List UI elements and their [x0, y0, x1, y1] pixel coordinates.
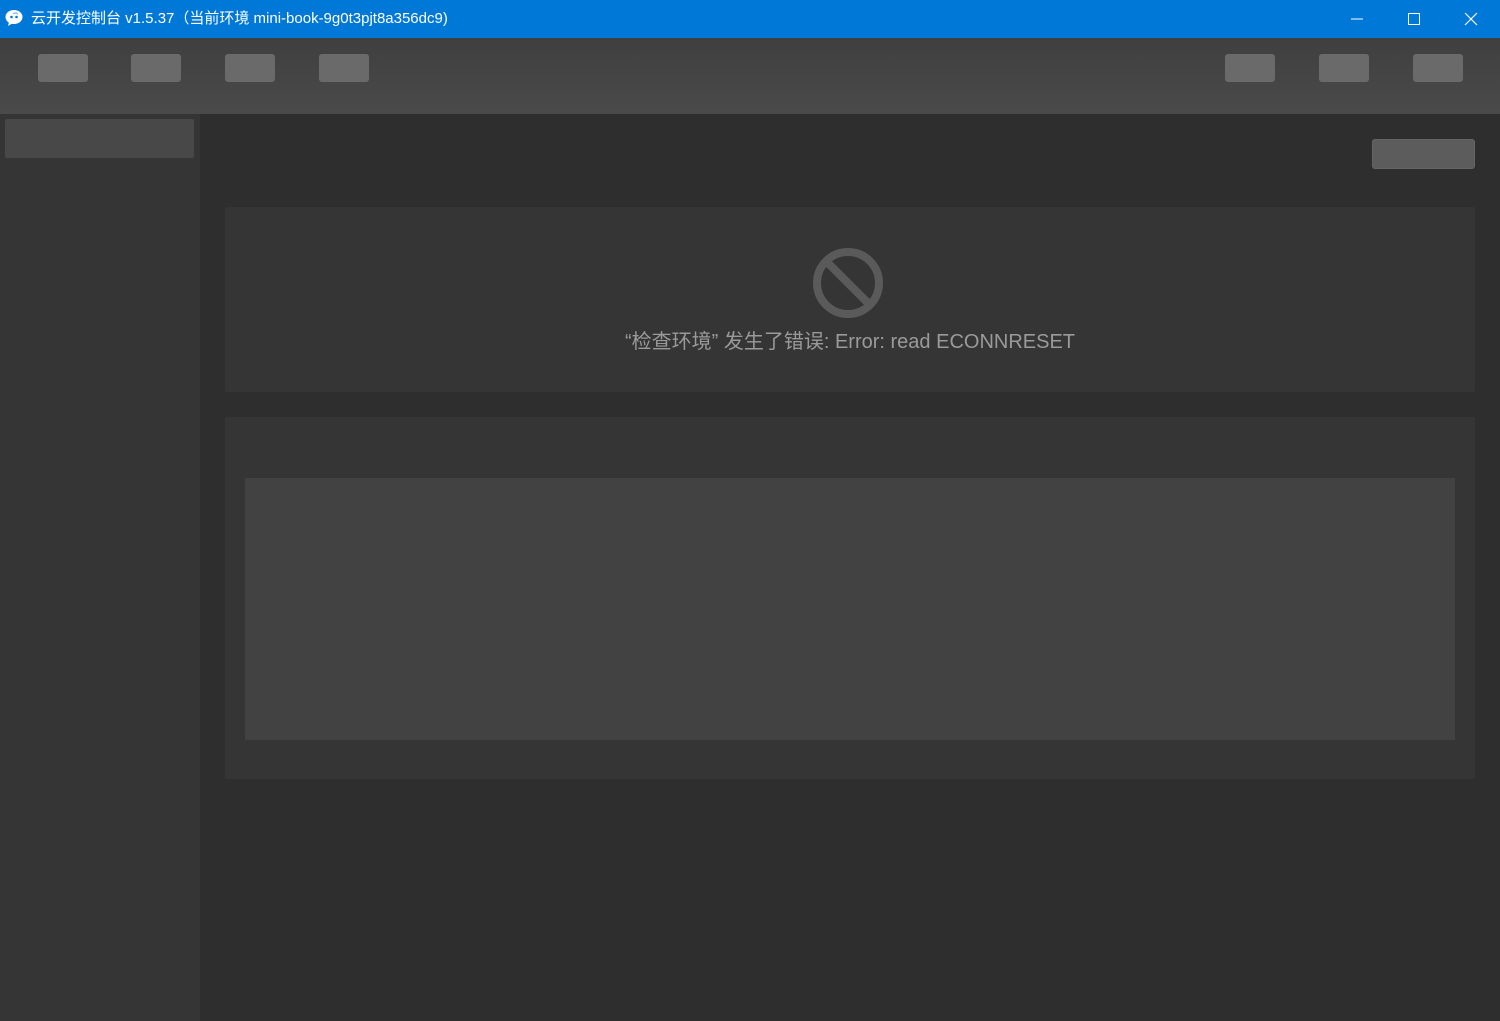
maximize-button[interactable]: [1385, 0, 1443, 38]
toolbar-button-5[interactable]: [1225, 54, 1275, 82]
toolbar-button-3[interactable]: [225, 54, 275, 82]
sidebar: [0, 114, 200, 1021]
content-placeholder: [245, 478, 1455, 740]
main-content: “检查环境” 发生了错误: Error: read ECONNRESET: [200, 114, 1500, 1021]
sidebar-item-placeholder[interactable]: [5, 119, 194, 158]
title-bar[interactable]: 云开发控制台 v1.5.37（当前环境 mini-book-9g0t3pjt8a…: [0, 0, 1500, 38]
error-panel: “检查环境” 发生了错误: Error: read ECONNRESET: [225, 207, 1475, 392]
app-logo-icon: [5, 10, 23, 26]
prohibited-icon: [813, 248, 883, 318]
close-button[interactable]: [1442, 0, 1500, 38]
maximize-icon: [1408, 13, 1420, 25]
action-button-placeholder[interactable]: [1372, 139, 1475, 169]
toolbar: [0, 38, 1500, 114]
close-icon: [1464, 12, 1478, 26]
minimize-icon: [1351, 18, 1363, 20]
toolbar-button-1[interactable]: [38, 54, 88, 82]
toolbar-button-4[interactable]: [319, 54, 369, 82]
minimize-button[interactable]: [1328, 0, 1386, 38]
toolbar-button-7[interactable]: [1413, 54, 1463, 82]
error-message: “检查环境” 发生了错误: Error: read ECONNRESET: [624, 331, 1076, 353]
toolbar-button-6[interactable]: [1319, 54, 1369, 82]
content-panel: [225, 417, 1475, 779]
window-title: 云开发控制台 v1.5.37（当前环境 mini-book-9g0t3pjt8a…: [31, 10, 448, 27]
toolbar-button-2[interactable]: [131, 54, 181, 82]
